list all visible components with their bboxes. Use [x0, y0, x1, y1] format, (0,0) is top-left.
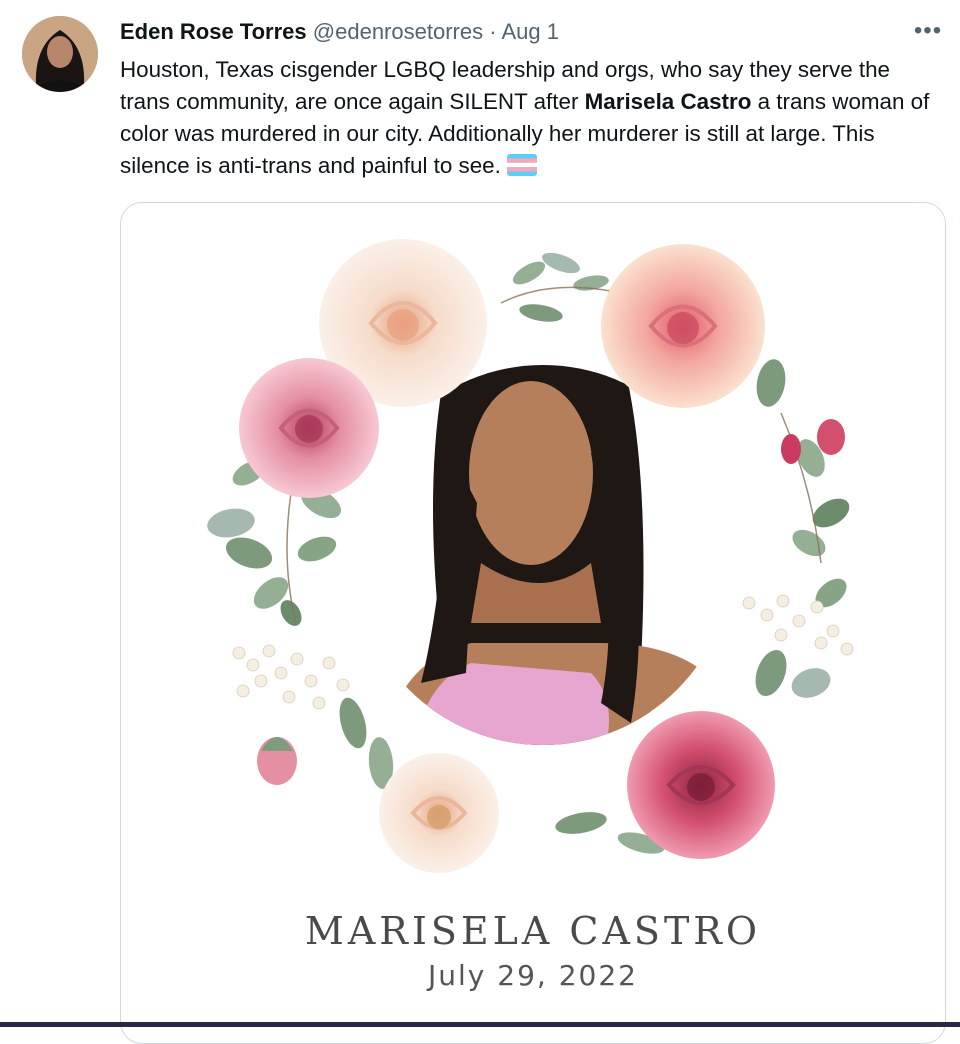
memorial-wreath-image: [207, 239, 854, 873]
rose-left-pink: [239, 358, 379, 498]
memorial-date: July 29, 2022: [428, 959, 638, 992]
author-avatar[interactable]: [22, 16, 98, 92]
more-options-icon[interactable]: •••: [910, 16, 946, 48]
rose-bottom-right-deep: [627, 711, 775, 859]
separator-dot: ·: [489, 19, 497, 44]
tweet-text: Houston, Texas cisgender LGBQ leadership…: [120, 54, 940, 185]
tweet-media-card[interactable]: MARISELA CASTRO July 29, 2022: [120, 202, 946, 1044]
avatar-image: [22, 16, 98, 92]
author-handle[interactable]: @edenrosetorres: [313, 19, 483, 44]
rose-bottom-cream: [379, 753, 499, 873]
rose-top-right-peach: [601, 244, 765, 408]
bottom-divider: [0, 1022, 960, 1027]
tweet-header: Eden Rose Torres @edenrosetorres · Aug 1: [120, 16, 940, 48]
tweet-date[interactable]: Aug 1: [501, 19, 559, 44]
memorial-name: MARISELA CASTRO: [304, 909, 762, 953]
tweet-text-bold-name: Marisela Castro: [584, 89, 752, 114]
author-name[interactable]: Eden Rose Torres: [120, 19, 307, 44]
transgender-flag-icon: [506, 153, 537, 185]
